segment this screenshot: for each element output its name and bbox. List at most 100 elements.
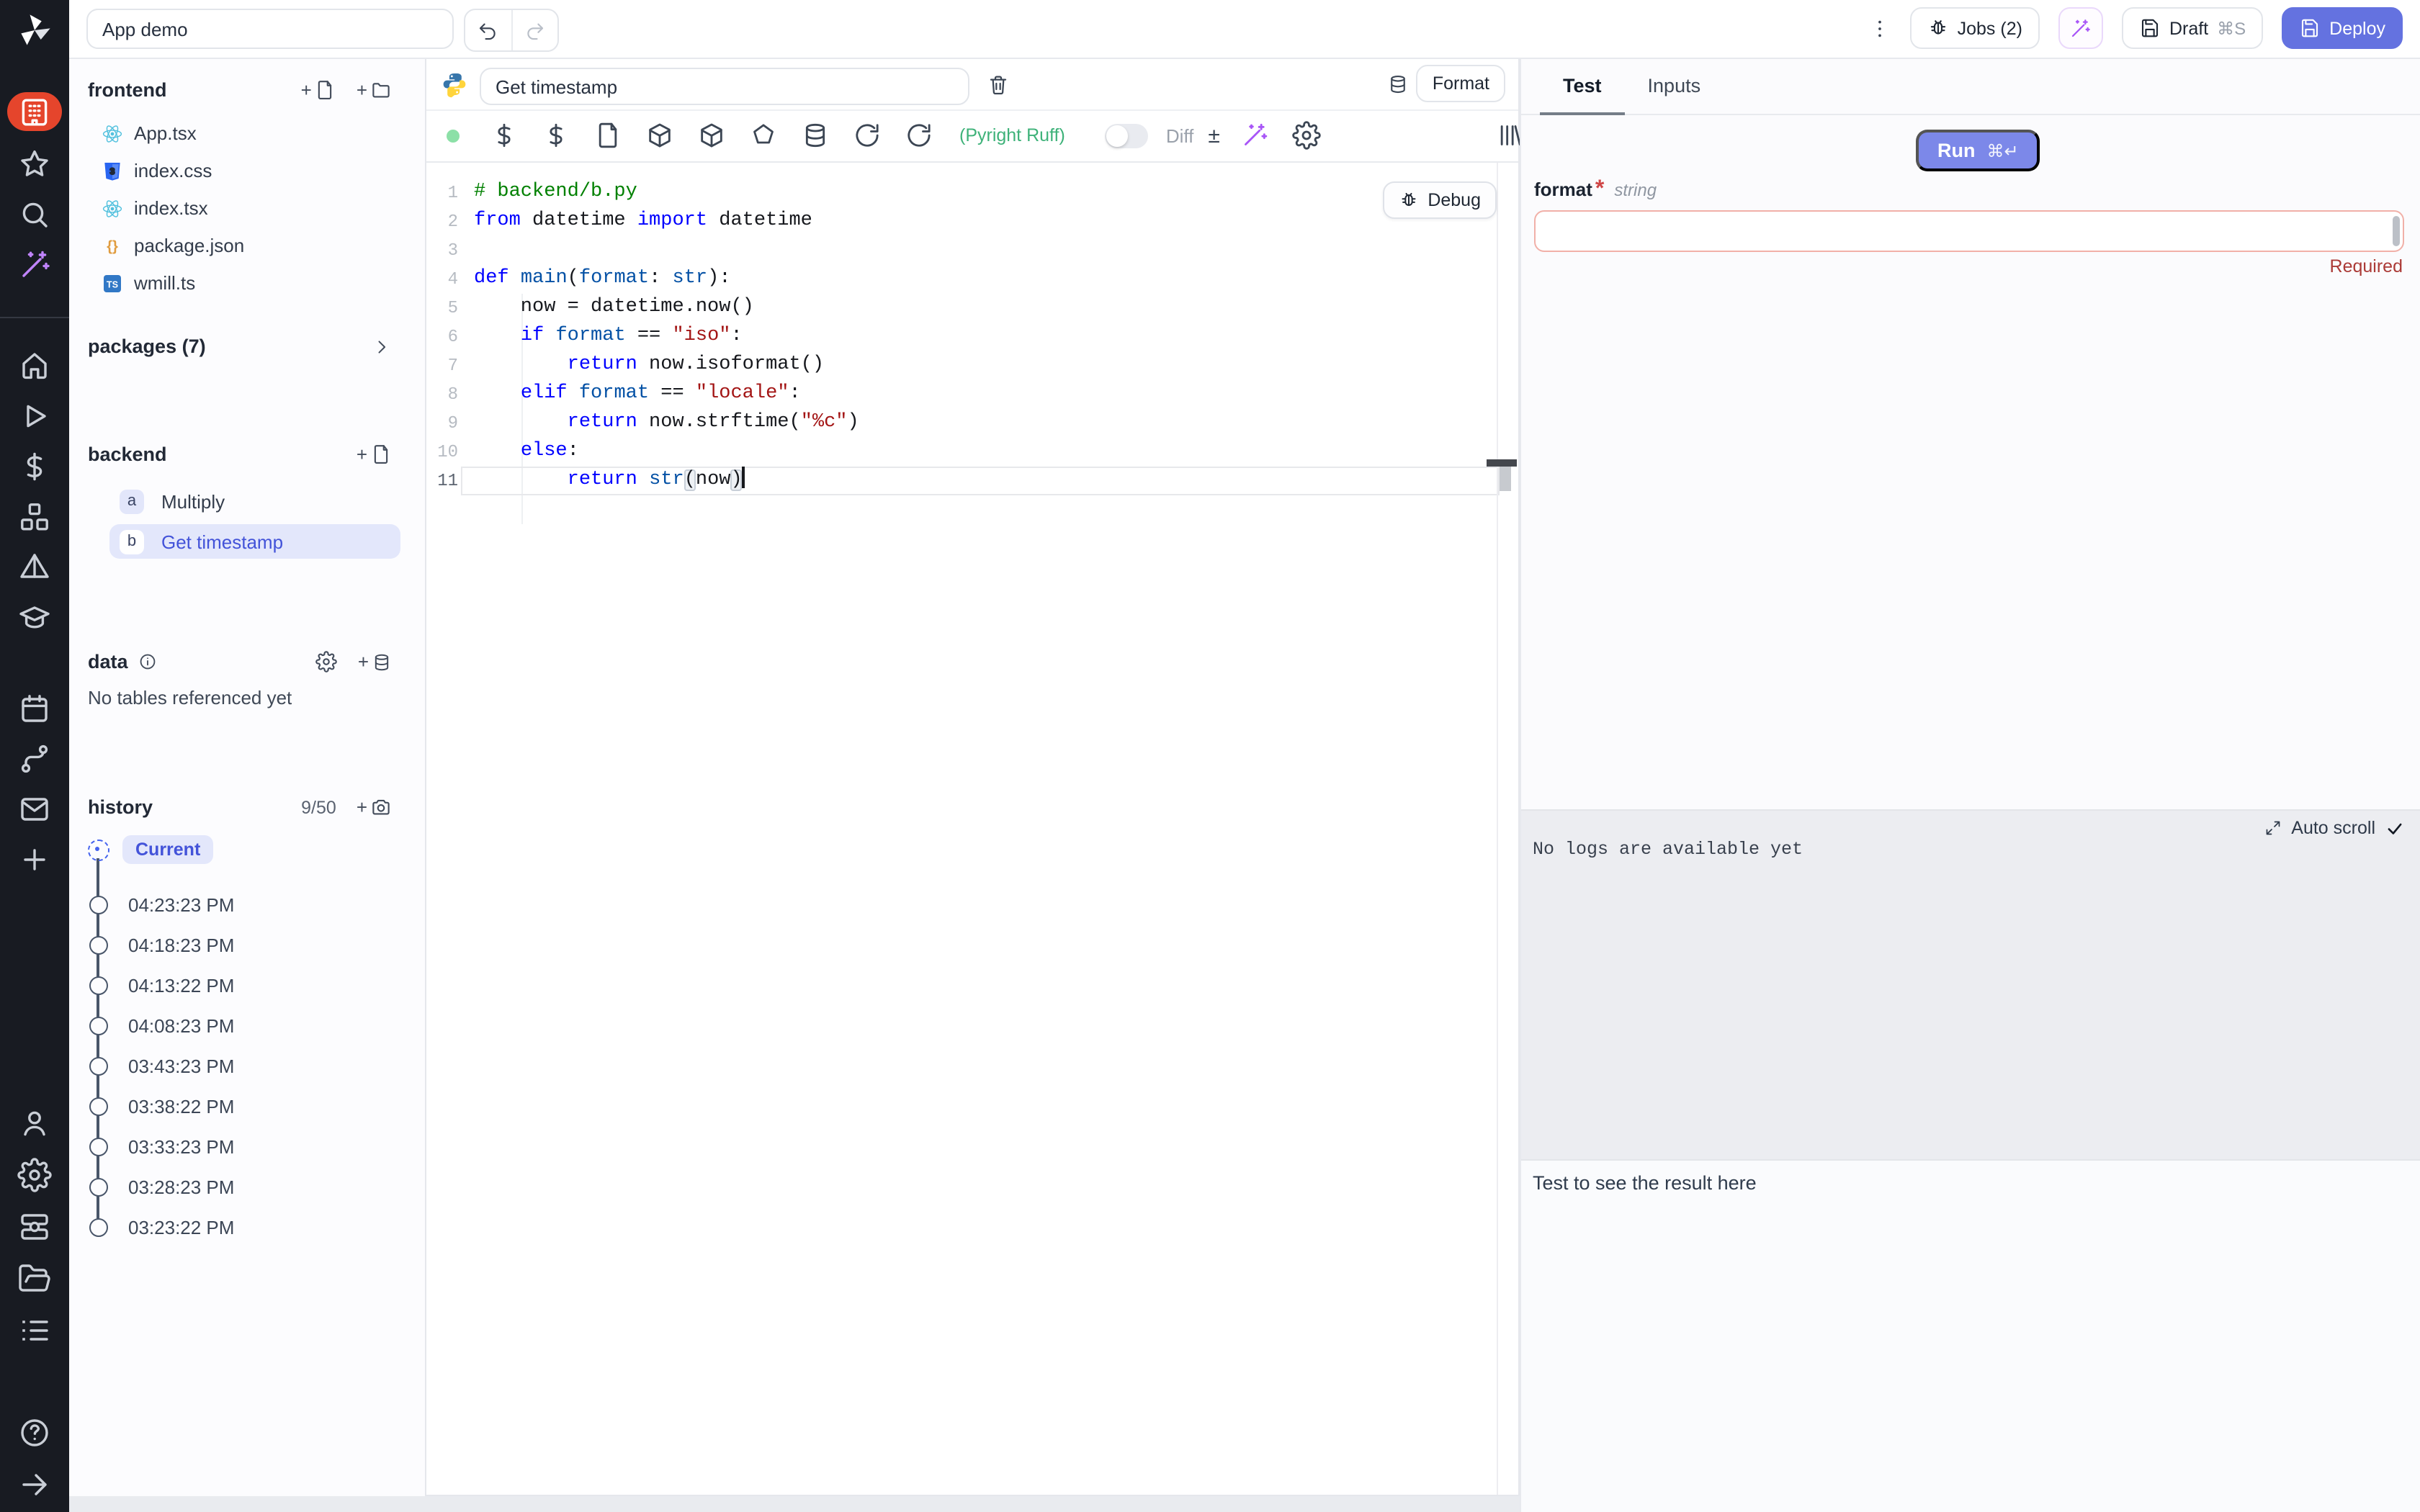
history-dot-icon — [89, 935, 108, 954]
jobs-button[interactable]: Jobs (2) — [1910, 7, 2040, 49]
format-field-input[interactable] — [1534, 210, 2404, 252]
script-item[interactable]: aMultiply — [109, 484, 400, 518]
code-line[interactable]: 2from datetime import datetime — [426, 207, 1497, 236]
history-entry[interactable]: 03:43:23 PM — [88, 1051, 392, 1080]
cubes-icon[interactable] — [17, 500, 52, 534]
calendar-icon[interactable] — [17, 691, 52, 726]
user-icon[interactable] — [17, 1106, 52, 1140]
list-icon[interactable] — [17, 1313, 52, 1348]
tab-inputs[interactable]: Inputs — [1625, 58, 1724, 114]
database-icon[interactable] — [801, 123, 830, 148]
dollar-icon[interactable] — [490, 123, 519, 148]
package-icon[interactable] — [645, 123, 674, 148]
code-line[interactable]: 10 else: — [426, 438, 1497, 467]
dollar-icon[interactable] — [542, 123, 570, 148]
history-entry[interactable]: 04:13:22 PM — [88, 971, 392, 999]
undo-button[interactable] — [465, 10, 511, 50]
app-name-input[interactable] — [86, 9, 454, 49]
arrow-right-icon[interactable] — [17, 1467, 52, 1502]
history-entry[interactable]: 04:18:23 PM — [88, 930, 392, 959]
history-entry[interactable]: 04:08:23 PM — [88, 1011, 392, 1040]
add-file-button[interactable]: + — [301, 79, 336, 101]
code-line[interactable]: 7 return now.isoformat() — [426, 351, 1497, 380]
history-current-item[interactable]: Current — [88, 834, 213, 865]
plus-icon[interactable] — [17, 842, 52, 877]
run-button[interactable]: Run ⌘↵ — [1916, 130, 2040, 171]
search-icon[interactable] — [17, 197, 52, 232]
code-line[interactable]: 3 — [426, 236, 1497, 265]
route-icon[interactable] — [17, 742, 52, 776]
code-line[interactable]: 5 now = datetime.now() — [426, 294, 1497, 323]
play-icon[interactable] — [17, 399, 52, 433]
kebab-menu-icon[interactable] — [1868, 15, 1891, 41]
worker-icon[interactable] — [17, 1210, 52, 1244]
deploy-button[interactable]: Deploy — [2282, 7, 2403, 49]
file-name: App.tsx — [134, 122, 197, 144]
line-number: 11 — [426, 467, 458, 495]
dollar-icon[interactable] — [17, 449, 52, 484]
debug-button[interactable]: Debug — [1383, 181, 1497, 219]
packages-section-title[interactable]: packages (7) — [88, 336, 206, 357]
code-area[interactable]: 1# backend/b.py2from datetime import dat… — [426, 163, 1518, 1495]
redo-button[interactable] — [511, 10, 557, 50]
rotate-cw-icon[interactable] — [853, 123, 882, 148]
building-icon[interactable] — [17, 95, 52, 130]
chevron-right-icon[interactable] — [372, 336, 392, 356]
history-entry[interactable]: 04:23:23 PM — [88, 890, 392, 919]
file-item[interactable]: index.tsx — [88, 190, 392, 226]
diff-toggle[interactable] — [1106, 123, 1149, 148]
ai-wand-button[interactable] — [2058, 7, 2103, 49]
autoscroll-label[interactable]: Auto scroll — [2291, 818, 2375, 838]
draft-button[interactable]: Draft ⌘S — [2122, 7, 2263, 49]
format-button[interactable]: Format — [1417, 65, 1505, 102]
rotate-cw-icon[interactable] — [905, 123, 933, 148]
settings-gear-icon[interactable] — [1292, 123, 1321, 148]
magic-wand-icon[interactable] — [17, 248, 52, 282]
code-line[interactable]: 6 if format == "iso": — [426, 323, 1497, 351]
code-line[interactable]: 1# backend/b.py — [426, 179, 1497, 207]
add-folder-button[interactable]: + — [357, 79, 392, 101]
prism-icon[interactable] — [17, 550, 52, 585]
svg-text:TS: TS — [107, 279, 118, 289]
star-icon[interactable] — [17, 147, 52, 181]
home-icon[interactable] — [17, 348, 52, 383]
code-line[interactable]: 4def main(format: str): — [426, 265, 1497, 294]
magic-wand-icon[interactable] — [1240, 123, 1269, 148]
help-icon[interactable] — [17, 1416, 52, 1450]
package-icon[interactable] — [697, 123, 726, 148]
tab-test[interactable]: Test — [1540, 58, 1625, 114]
trash-icon[interactable] — [987, 73, 1010, 96]
expand-icon[interactable] — [2264, 819, 2281, 837]
code-line[interactable]: 11 return str(now) — [426, 467, 1497, 495]
history-entry[interactable]: 03:28:23 PM — [88, 1172, 392, 1201]
history-entry[interactable]: 03:33:23 PM — [88, 1132, 392, 1161]
file-item[interactable]: App.tsx — [88, 115, 392, 151]
history-timestamp: 03:43:23 PM — [128, 1055, 234, 1076]
add-script-button[interactable]: + — [357, 444, 392, 465]
text-cursor — [743, 467, 745, 488]
script-name-input[interactable] — [480, 68, 969, 105]
file-item[interactable]: 3index.css — [88, 153, 392, 189]
file-item[interactable]: {}package.json — [88, 228, 392, 264]
settings-gear-icon[interactable] — [17, 1158, 52, 1192]
database-icon[interactable] — [1387, 73, 1409, 95]
gear-icon[interactable] — [316, 651, 338, 672]
shape-icon[interactable] — [749, 123, 778, 148]
mail-icon[interactable] — [17, 792, 52, 827]
graduation-cap-icon[interactable] — [17, 600, 52, 635]
history-entry[interactable]: 03:38:22 PM — [88, 1092, 392, 1120]
file-icon[interactable] — [593, 123, 622, 148]
history-dot-icon — [89, 895, 108, 914]
code-line[interactable]: 9 return now.strftime("%c") — [426, 409, 1497, 438]
script-badge: a — [120, 489, 144, 513]
editor-scrollbar[interactable] — [1500, 467, 1511, 491]
plus-minus-icon[interactable]: ± — [1208, 123, 1219, 148]
folder-icon[interactable] — [17, 1261, 52, 1296]
history-entry[interactable]: 03:23:22 PM — [88, 1212, 392, 1241]
file-item[interactable]: TSwmill.ts — [88, 265, 392, 301]
add-snapshot-button[interactable]: + — [357, 796, 392, 818]
add-table-button[interactable]: + — [358, 652, 392, 672]
draft-shortcut: ⌘S — [2217, 18, 2246, 38]
code-line[interactable]: 8 elif format == "locale": — [426, 380, 1497, 409]
script-item[interactable]: bGet timestamp — [109, 524, 400, 559]
